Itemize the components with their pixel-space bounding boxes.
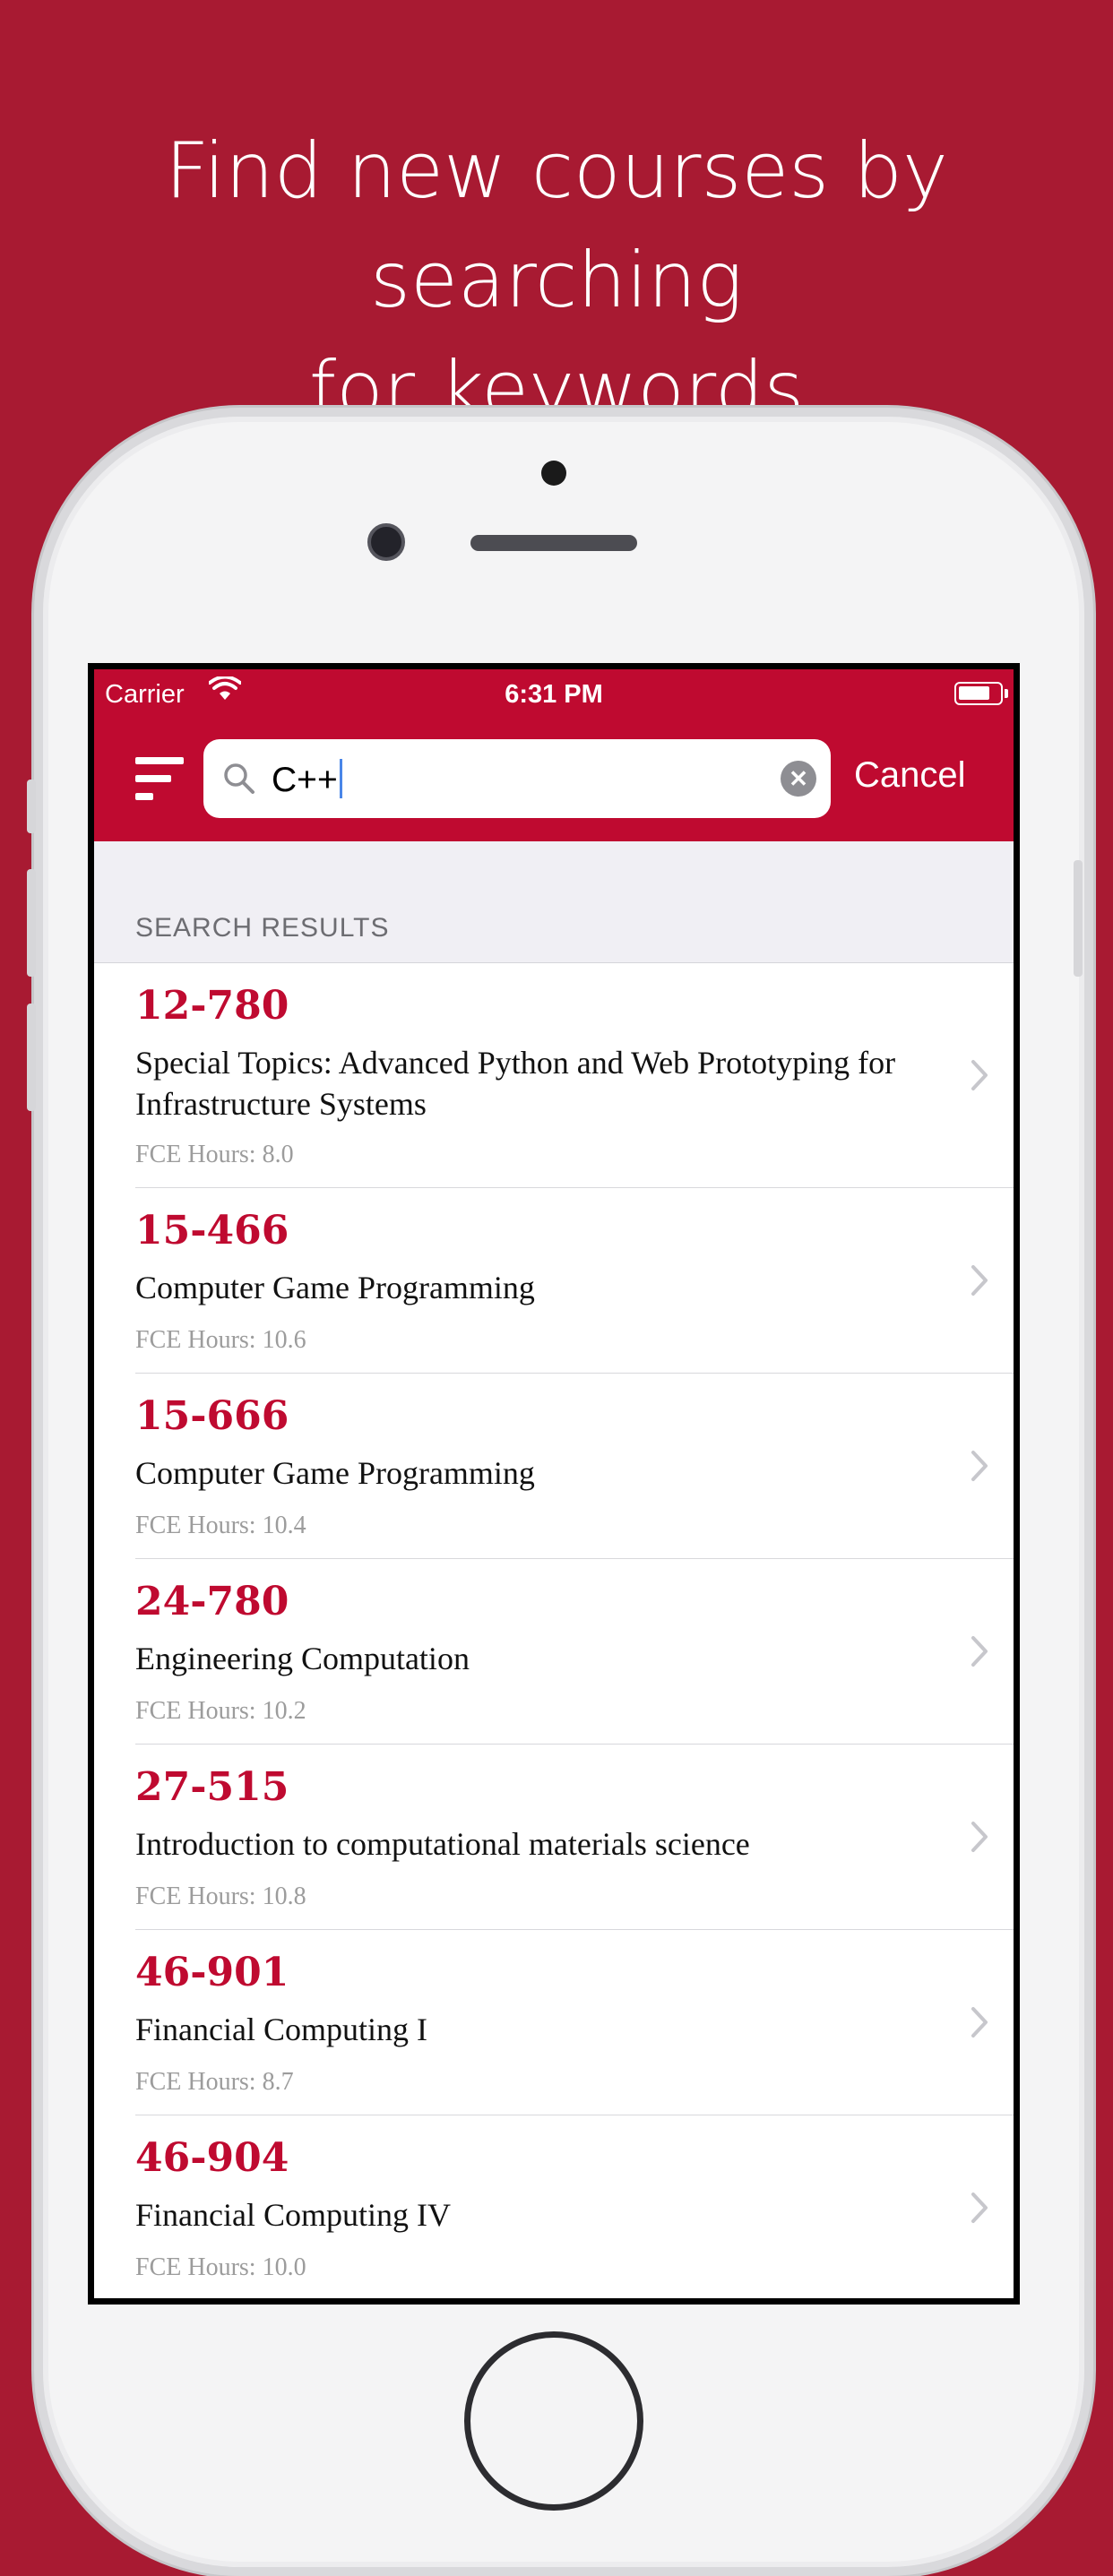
course-hours: FCE Hours: 10.2	[135, 1697, 306, 1725]
result-row[interactable]: 46-904 Financial Computing IV FCE Hours: 1…	[135, 2115, 1014, 2298]
course-title: Computer Game Programming	[135, 1455, 535, 1491]
chevron-right-icon	[971, 1264, 988, 1301]
course-hours: FCE Hours: 10.0	[135, 2253, 306, 2281]
status-bar: Carrier 6:31 PM	[94, 669, 1014, 719]
headline-line-1: Find new courses by searching	[165, 126, 948, 325]
section-header: SEARCH RESULTS	[135, 913, 390, 943]
course-number: 15-666	[135, 1393, 289, 1439]
chevron-right-icon	[971, 1821, 988, 1857]
headline: Find new courses by searching for keywor…	[0, 116, 1113, 444]
course-title: Special Topics: Advanced Python and Web …	[135, 1045, 896, 1122]
proximity-sensor	[541, 461, 566, 486]
result-row[interactable]: 46-901 Financial Computing I FCE Hours: 8.…	[135, 1930, 1014, 2115]
status-time: 6:31 PM	[505, 680, 603, 709]
phone-screen: Carrier 6:31 PM C++ ✕ Cancel SEARCH RESU…	[88, 663, 1020, 2305]
course-title: Engineering Computation	[135, 1641, 470, 1676]
course-hours: FCE Hours: 10.6	[135, 1326, 306, 1354]
filter-icon[interactable]	[135, 755, 184, 802]
course-number: 27-515	[135, 1764, 289, 1810]
search-input[interactable]: C++ ✕	[203, 739, 831, 818]
course-title: Computer Game Programming	[135, 1270, 535, 1305]
course-hours: FCE Hours: 10.8	[135, 1882, 306, 1910]
course-title: Financial Computing IV	[135, 2197, 451, 2233]
phone-power-button	[1074, 860, 1083, 977]
result-row[interactable]: 24-780 Engineering Computation FCE Hours: …	[135, 1559, 1014, 1745]
search-query[interactable]: C++	[272, 759, 342, 800]
result-row[interactable]: 15-666 Computer Game Programming FCE Hours…	[135, 1374, 1014, 1559]
chevron-right-icon	[971, 1635, 988, 1672]
course-number: 12-780	[135, 983, 289, 1029]
course-number: 24-780	[135, 1579, 289, 1624]
course-hours: FCE Hours: 8.0	[135, 1141, 294, 1168]
result-row[interactable]: 15-466 Computer Game Programming FCE Hours…	[135, 1188, 1014, 1374]
chevron-right-icon	[971, 1059, 988, 1096]
home-button[interactable]	[464, 2331, 643, 2511]
course-title: Financial Computing I	[135, 2012, 427, 2047]
earpiece-speaker	[470, 535, 637, 551]
course-hours: FCE Hours: 10.4	[135, 1512, 306, 1539]
battery-icon	[954, 682, 1008, 705]
phone-side-button	[27, 780, 36, 833]
course-title: Introduction to computational materials …	[135, 1826, 750, 1862]
phone-volume-up	[27, 869, 36, 977]
chevron-right-icon	[971, 1450, 988, 1486]
chevron-right-icon	[971, 2006, 988, 2043]
chevron-right-icon	[971, 2192, 988, 2228]
front-camera	[367, 523, 405, 561]
phone-volume-down	[27, 1004, 36, 1111]
clear-search-icon[interactable]: ✕	[781, 761, 816, 797]
course-number: 46-901	[135, 1950, 289, 1995]
results-list: 12-780 Special Topics: Advanced Python an…	[94, 962, 1014, 2298]
navigation-bar: Carrier 6:31 PM C++ ✕ Cancel	[94, 669, 1014, 841]
cancel-button[interactable]: Cancel	[854, 755, 966, 796]
course-number: 15-466	[135, 1208, 289, 1254]
search-icon	[221, 761, 257, 801]
result-row[interactable]: 27-515 Introduction to computational mate…	[135, 1745, 1014, 1930]
course-number: 46-904	[135, 2135, 289, 2181]
result-row[interactable]: 12-780 Special Topics: Advanced Python an…	[135, 963, 1014, 1188]
course-hours: FCE Hours: 8.7	[135, 2068, 294, 2096]
